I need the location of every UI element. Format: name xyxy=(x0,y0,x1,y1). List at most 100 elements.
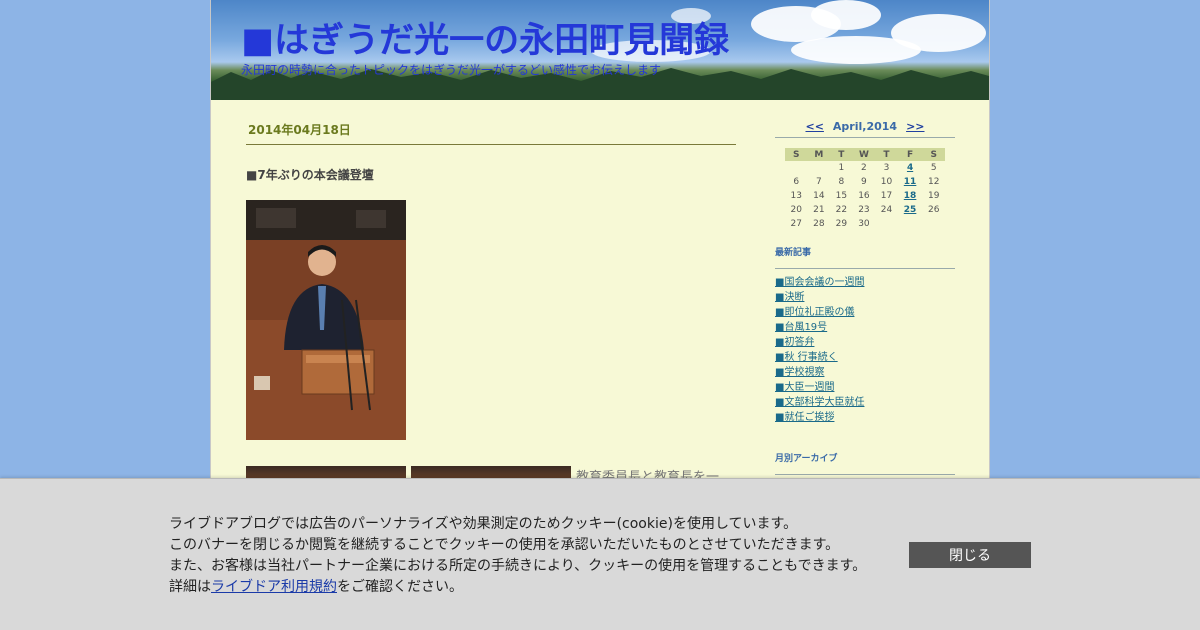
calendar-day: 3 xyxy=(883,163,890,173)
cookie-banner-line: ライブドアブログでは広告のパーソナライズや効果測定のためクッキー(cookie)… xyxy=(169,516,798,532)
recent-post-item: ■国会会議の一週間 xyxy=(775,275,955,290)
calendar-day xyxy=(875,217,898,231)
calendar-weekday: M xyxy=(807,148,831,161)
calendar-day: 8 xyxy=(838,177,845,187)
recent-post-link[interactable]: ■就任ご挨拶 xyxy=(775,412,834,423)
calendar-nav: << April,2014 >> xyxy=(775,118,955,138)
calendar-day: 29 xyxy=(835,219,848,229)
calendar-day: 24 xyxy=(880,205,893,215)
recent-post-item: ■即位礼正殿の儀 xyxy=(775,305,955,320)
cookie-close-button[interactable]: 閉じる xyxy=(909,542,1031,568)
recent-posts-heading: 最新記事 xyxy=(775,245,955,269)
calendar-day: 20 xyxy=(790,205,802,215)
recent-post-item: ■台風19号 xyxy=(775,320,955,335)
recent-post-item: ■秋 行事続く xyxy=(775,350,955,365)
recent-post-link[interactable]: ■初答弁 xyxy=(775,337,814,348)
calendar-week-row: 20 21 22 23 24 25 26 xyxy=(785,203,945,217)
calendar-weekday: S xyxy=(922,148,945,161)
calendar-day xyxy=(922,217,945,231)
site-description: 永田町の時勢に合ったトピックをはぎうだ光一がするどい感性でお伝えします xyxy=(241,63,662,77)
recent-post-link[interactable]: ■大臣一週間 xyxy=(775,382,834,393)
post-title[interactable]: ■7年ぶりの本会議登壇 xyxy=(246,166,736,183)
calendar-day: 7 xyxy=(815,177,822,187)
calendar-weekday-row: SMTWTFS xyxy=(785,148,945,161)
calendar-day: 1 xyxy=(838,163,845,173)
cookie-banner-line: 詳細はライブドア利用規約をご確認ください。 xyxy=(169,577,866,598)
recent-post-item: ■文部科学大臣就任 xyxy=(775,395,955,410)
terms-link[interactable]: ライブドア利用規約 xyxy=(211,579,337,595)
calendar-next-link[interactable]: >> xyxy=(906,120,924,133)
calendar-month-label: April,2014 xyxy=(832,120,898,133)
calendar-day: 28 xyxy=(813,219,825,229)
cloud xyxy=(811,0,881,30)
recent-post-link[interactable]: ■国会会議の一週間 xyxy=(775,277,864,288)
calendar-week-row: 1 2 3 4 5 xyxy=(785,161,945,175)
recent-post-item: ■初答弁 xyxy=(775,335,955,350)
calendar-day: 23 xyxy=(858,205,870,215)
calendar-day xyxy=(898,217,923,231)
calendar-day: 22 xyxy=(835,205,848,215)
recent-post-link[interactable]: ■台風19号 xyxy=(775,322,827,333)
calendar-day-link[interactable]: 4 xyxy=(907,163,913,173)
calendar-table: SMTWTFS 1 2 3 4 5 6 7 8 9 10 11 12 13 14 15 16 17 18 19 20 2… xyxy=(785,148,945,231)
calendar-day[interactable]: 18 xyxy=(898,189,923,203)
recent-post-item: ■就任ご挨拶 xyxy=(775,410,955,425)
blog-header: ■はぎうだ光一の永田町見聞録 永田町の時勢に合ったトピックをはぎうだ光一がするど… xyxy=(211,0,989,100)
calendar-day-link[interactable]: 25 xyxy=(904,205,917,215)
calendar-day: 17 xyxy=(880,191,893,201)
calendar-day: 21 xyxy=(813,205,825,215)
recent-post-link[interactable]: ■決断 xyxy=(775,292,804,303)
calendar-body: 1 2 3 4 5 6 7 8 9 10 11 12 13 14 15 16 17 18 19 20 21 22 23 24 2… xyxy=(785,161,945,231)
calendar-prev-link[interactable]: << xyxy=(805,120,823,133)
cookie-banner-detail-prefix: 詳細は xyxy=(169,579,211,595)
calendar-weekday: T xyxy=(830,148,853,161)
cloud xyxy=(791,36,921,64)
calendar-day xyxy=(785,161,808,175)
calendar-day: 5 xyxy=(930,163,937,173)
cookie-banner: ライブドアブログでは広告のパーソナライズや効果測定のためクッキー(cookie)… xyxy=(0,478,1200,630)
post-photo[interactable] xyxy=(246,200,406,440)
site-title-link[interactable]: ■はぎうだ光一の永田町見聞録 xyxy=(241,12,729,63)
cookie-banner-line: また、お客様は当社パートナー企業における所定の手続きにより、クッキーの使用を管理… xyxy=(169,558,867,574)
calendar-weekday: T xyxy=(875,148,898,161)
recent-post-item: ■決断 xyxy=(775,290,955,305)
calendar-day: 10 xyxy=(880,177,893,187)
calendar-day: 26 xyxy=(927,205,940,215)
calendar-day-link[interactable]: 11 xyxy=(904,177,917,187)
calendar-weekday: F xyxy=(897,148,923,161)
recent-post-link[interactable]: ■学校視察 xyxy=(775,367,824,378)
calendar-day: 9 xyxy=(861,177,867,187)
calendar-day: 14 xyxy=(813,191,825,201)
recent-post-link[interactable]: ■即位礼正殿の儀 xyxy=(775,307,854,318)
calendar-day: 2 xyxy=(861,163,867,173)
calendar-day[interactable]: 11 xyxy=(898,175,923,189)
calendar-day: 12 xyxy=(927,177,940,187)
calendar-day[interactable]: 4 xyxy=(898,161,923,175)
recent-post-link[interactable]: ■文部科学大臣就任 xyxy=(775,397,864,408)
calendar-weekday: W xyxy=(852,148,876,161)
calendar-week-row: 13 14 15 16 17 18 19 xyxy=(785,189,945,203)
calendar-day: 30 xyxy=(858,219,870,229)
calendar-day: 15 xyxy=(835,191,848,201)
recent-post-item: ■学校視察 xyxy=(775,365,955,380)
calendar-weekday: S xyxy=(785,148,808,161)
sidebar: << April,2014 >> SMTWTFS 1 2 3 4 5 6 7 8 9 10 11 12 13… xyxy=(775,118,955,475)
cookie-banner-detail-suffix: をご確認ください。 xyxy=(337,579,463,595)
calendar-day: 6 xyxy=(793,177,800,187)
speaker-photo-graphic xyxy=(246,200,406,440)
calendar-day: 13 xyxy=(790,191,802,201)
calendar-day: 19 xyxy=(927,191,940,201)
recent-posts-list: ■国会会議の一週間 ■決断 ■即位礼正殿の儀 ■台風19号 ■初答弁 ■秋 行事続く ■学校… xyxy=(775,275,955,425)
post-date: 2014年04月18日 xyxy=(246,118,736,145)
recent-post-link[interactable]: ■秋 行事続く xyxy=(775,352,838,363)
calendar-week-row: 27 28 29 30 xyxy=(785,217,945,231)
recent-post-item: ■大臣一週間 xyxy=(775,380,955,395)
calendar-day: 27 xyxy=(790,219,802,229)
main-content: 2014年04月18日 ■7年ぶりの本会議登壇 教育委員長と教育 xyxy=(246,118,736,486)
calendar-day: 16 xyxy=(858,191,870,201)
calendar-day-link[interactable]: 18 xyxy=(904,191,917,201)
monthly-archive-heading: 月別アーカイブ xyxy=(775,451,955,475)
calendar-day[interactable]: 25 xyxy=(898,203,923,217)
cookie-banner-text: ライブドアブログでは広告のパーソナライズや効果測定のためクッキー(cookie)… xyxy=(169,514,866,598)
calendar-week-row: 6 7 8 9 10 11 12 xyxy=(785,175,945,189)
